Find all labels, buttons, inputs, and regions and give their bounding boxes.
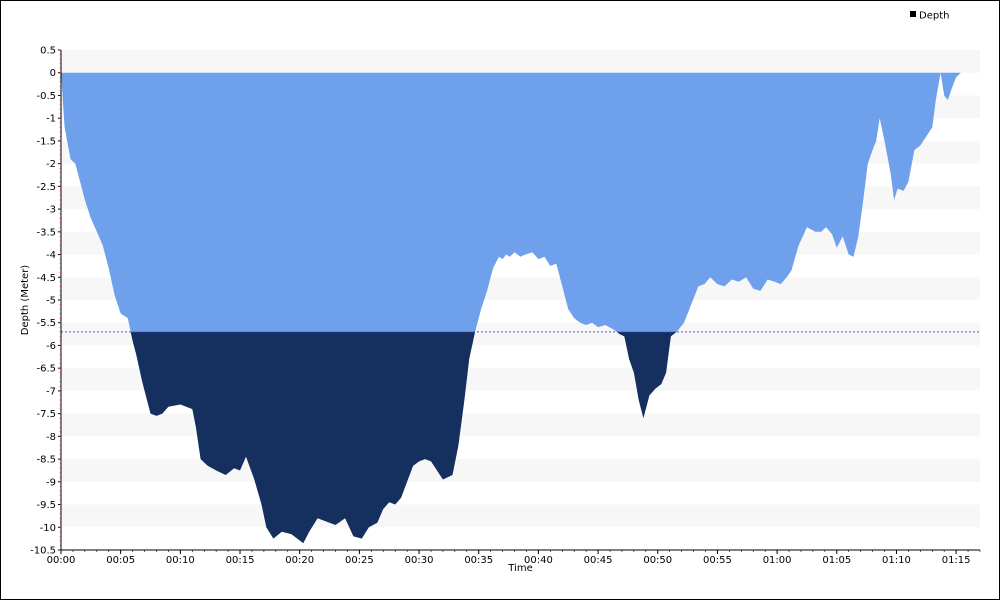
x-tick-label: 00:10 [166,555,195,566]
y-tick-label: -4 [46,250,56,261]
y-tick-label: -4.5 [36,273,56,284]
y-axis-title: Depth (Meter) [20,265,31,336]
x-tick-label: 00:30 [405,555,434,566]
x-tick-label: 01:10 [882,555,911,566]
x-tick-label: 01:05 [822,555,851,566]
x-tick-label: 00:05 [106,555,135,566]
x-tick-label: 00:00 [47,555,76,566]
y-tick-label: 0.5 [40,46,56,57]
y-tick-label: -3.5 [36,227,56,238]
y-tick-label: -5 [46,296,56,307]
x-tick-label: 00:45 [584,555,613,566]
y-tick-label: -8.5 [36,455,56,466]
y-tick-label: -1.5 [36,136,56,147]
y-tick-label: -6 [46,341,56,352]
background-band [61,50,980,73]
y-tick-label: -2.5 [36,182,56,193]
background-band [61,459,980,482]
x-tick-label: 00:35 [464,555,493,566]
y-tick-label: -5.5 [36,318,56,329]
x-tick-label: 00:20 [285,555,314,566]
legend-swatch [910,11,916,17]
legend[interactable]: Depth [910,11,949,22]
x-tick-label: 00:25 [345,555,374,566]
y-tick-label: -9.5 [36,500,56,511]
x-tick-label: 00:55 [703,555,732,566]
x-tick-label: 00:50 [643,555,672,566]
y-tick-label: -6.5 [36,364,56,375]
x-tick-label: 00:15 [226,555,255,566]
y-tick-label: -2 [46,159,56,170]
y-tick-label: -7 [46,386,56,397]
y-tick-label: -1 [46,114,56,125]
y-tick-label: 0 [50,68,56,79]
background-band [61,504,980,528]
depth-chart: 0.5 0 -0.5 -1 -1.5 -2 -2.5 -3 -3.5 -4 -4.5 -5 -5.5 -6… [20,11,981,574]
y-tick-label: -8 [46,432,56,443]
x-axis-title: Time [507,563,532,574]
y-tick-label: -10 [40,523,56,534]
x-tick-label: 01:00 [763,555,792,566]
x-tick-label: 01:15 [942,555,971,566]
y-tick-label: -3 [46,205,56,216]
y-tick-label: -0.5 [36,91,56,102]
y-axis-ticks: 0.5 0 -0.5 -1 -1.5 -2 -2.5 -3 -3.5 -4 -4.5 -5 -5.5 -6… [30,46,61,557]
y-tick-label: -9 [46,477,56,488]
y-tick-label: -7.5 [36,409,56,420]
legend-label: Depth [919,11,949,22]
